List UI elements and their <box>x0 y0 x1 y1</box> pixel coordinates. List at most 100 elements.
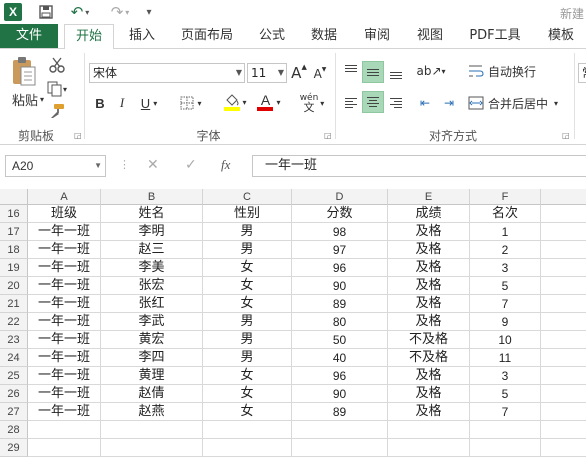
cell[interactable]: 96 <box>292 367 388 385</box>
cell[interactable]: 女 <box>203 385 292 403</box>
row-header[interactable]: 23 <box>0 331 28 349</box>
font-launcher-icon[interactable]: ◲ <box>324 131 332 140</box>
row-header[interactable]: 22 <box>0 313 28 331</box>
tab-pdf-tools[interactable]: PDF工具 <box>462 24 528 48</box>
orientation-icon[interactable]: ab↗ ▾ <box>416 61 445 81</box>
cell[interactable]: 2 <box>470 241 541 259</box>
cell[interactable]: 40 <box>292 349 388 367</box>
tab-home[interactable]: 开始 <box>64 24 114 49</box>
underline-button[interactable]: U ▾ <box>135 93 163 113</box>
tab-view[interactable]: 视图 <box>410 24 450 48</box>
italic-button[interactable]: I <box>113 93 131 113</box>
cell[interactable]: 5 <box>470 385 541 403</box>
cell[interactable]: 李美 <box>101 259 203 277</box>
cell[interactable] <box>541 367 586 385</box>
cell[interactable]: 李四 <box>101 349 203 367</box>
enter-icon[interactable]: ✓ <box>185 157 197 173</box>
cell[interactable]: 女 <box>203 295 292 313</box>
cell[interactable]: 不及格 <box>388 331 470 349</box>
cell[interactable]: 男 <box>203 349 292 367</box>
cell[interactable]: 名次 <box>470 205 541 223</box>
cell[interactable]: 90 <box>292 277 388 295</box>
cut-icon[interactable] <box>46 55 68 75</box>
column-header-c[interactable]: C <box>203 189 292 205</box>
cell[interactable]: 3 <box>470 367 541 385</box>
cell[interactable]: 黄宏 <box>101 331 203 349</box>
font-family-select[interactable]: 宋体 ▼ <box>89 63 245 83</box>
cell[interactable]: 赵倩 <box>101 385 203 403</box>
cell[interactable] <box>101 421 203 439</box>
cell[interactable] <box>541 295 586 313</box>
cell[interactable]: 90 <box>292 385 388 403</box>
cell[interactable]: 及格 <box>388 385 470 403</box>
customize-toolbar-icon[interactable]: ▾ <box>142 3 156 21</box>
paste-button[interactable]: 粘贴 ▾ <box>8 91 48 109</box>
cell[interactable]: 及格 <box>388 313 470 331</box>
insert-function-icon[interactable]: fx <box>221 157 230 173</box>
column-header-g[interactable] <box>541 189 586 205</box>
row-header[interactable]: 19 <box>0 259 28 277</box>
column-header-a[interactable]: A <box>28 189 101 205</box>
cell[interactable] <box>28 421 101 439</box>
cell[interactable]: 89 <box>292 295 388 313</box>
cell[interactable] <box>292 421 388 439</box>
select-all-corner[interactable] <box>0 189 28 205</box>
borders-button[interactable]: ▾ <box>176 93 206 113</box>
cell[interactable]: 成绩 <box>388 205 470 223</box>
tab-formulas[interactable]: 公式 <box>252 24 292 48</box>
increase-indent-icon[interactable]: ⇥ <box>438 93 460 113</box>
align-bottom-icon[interactable] <box>386 61 406 83</box>
row-header[interactable]: 21 <box>0 295 28 313</box>
cell[interactable] <box>470 439 541 457</box>
phonetic-guide-button[interactable]: wén 文 ▾ <box>296 91 328 115</box>
cell[interactable]: 10 <box>470 331 541 349</box>
row-header[interactable]: 27 <box>0 403 28 421</box>
row-header[interactable]: 24 <box>0 349 28 367</box>
cell[interactable]: 98 <box>292 223 388 241</box>
cell[interactable]: 李明 <box>101 223 203 241</box>
cell[interactable]: 7 <box>470 295 541 313</box>
row-header[interactable]: 16 <box>0 205 28 223</box>
cell[interactable]: 姓名 <box>101 205 203 223</box>
paste-icon[interactable] <box>8 55 40 89</box>
wrap-text-button[interactable]: 自动换行 <box>468 61 560 81</box>
row-header[interactable]: 26 <box>0 385 28 403</box>
cell[interactable] <box>541 313 586 331</box>
row-header[interactable]: 20 <box>0 277 28 295</box>
merge-center-button[interactable]: 合并后居中 ▾ <box>468 93 572 113</box>
format-painter-icon[interactable] <box>46 101 68 121</box>
font-color-button[interactable]: A ▾ <box>254 91 284 113</box>
tab-page-layout[interactable]: 页面布局 <box>174 24 240 48</box>
align-left-icon[interactable] <box>341 93 361 113</box>
cell[interactable]: 女 <box>203 277 292 295</box>
font-size-select[interactable]: 11 ▼ <box>247 63 287 83</box>
cell[interactable] <box>292 439 388 457</box>
redo-icon[interactable]: ↷ ▾ <box>106 3 134 21</box>
cell[interactable]: 一年一班 <box>28 259 101 277</box>
cell[interactable]: 一年一班 <box>28 367 101 385</box>
cell[interactable] <box>101 439 203 457</box>
cell[interactable] <box>541 385 586 403</box>
column-header-d[interactable]: D <box>292 189 388 205</box>
cell[interactable] <box>541 241 586 259</box>
number-format-select[interactable]: 常 <box>578 63 586 83</box>
cell[interactable] <box>541 205 586 223</box>
cell[interactable]: 89 <box>292 403 388 421</box>
cell[interactable]: 女 <box>203 403 292 421</box>
alignment-launcher-icon[interactable]: ◲ <box>562 131 570 140</box>
cell[interactable] <box>541 349 586 367</box>
cell[interactable]: 女 <box>203 259 292 277</box>
cell[interactable]: 97 <box>292 241 388 259</box>
cell[interactable]: 一年一班 <box>28 313 101 331</box>
cell[interactable] <box>203 421 292 439</box>
formula-input[interactable]: 一年一班 <box>252 155 586 177</box>
fill-color-button[interactable]: ▾ <box>220 91 250 113</box>
cell[interactable]: 及格 <box>388 241 470 259</box>
cell[interactable] <box>28 439 101 457</box>
cell[interactable]: 11 <box>470 349 541 367</box>
cell[interactable]: 及格 <box>388 367 470 385</box>
cell[interactable]: 张红 <box>101 295 203 313</box>
tab-data[interactable]: 数据 <box>304 24 344 48</box>
cell[interactable]: 黄理 <box>101 367 203 385</box>
undo-icon[interactable]: ↶ ▾ <box>66 3 94 21</box>
